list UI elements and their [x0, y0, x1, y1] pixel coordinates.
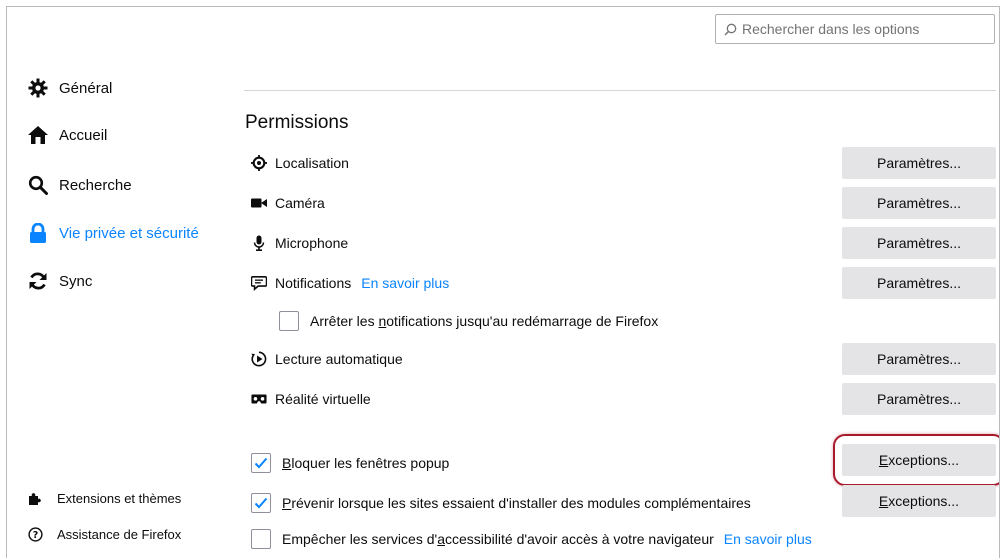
permission-microphone: Microphone — [251, 235, 348, 251]
button-label: Paramètres... — [876, 275, 962, 291]
camera-icon — [251, 195, 267, 211]
checkmark-icon — [254, 497, 268, 509]
label-part: Empêcher les services d' — [282, 531, 438, 547]
sidebar-item-label: Sync — [59, 272, 93, 290]
block-accessibility-option[interactable]: Empêcher les services d'accessibilité d'… — [251, 529, 812, 549]
svg-text:?: ? — [32, 530, 38, 541]
warn-addons-checkbox[interactable] — [251, 493, 271, 513]
block-accessibility-label: Empêcher les services d'accessibilité d'… — [282, 531, 714, 547]
label-part: Arrêter les — [310, 313, 379, 329]
sidebar-extensions-label: Extensions et thèmes — [57, 490, 182, 506]
search-icon — [27, 174, 49, 196]
sidebar-item-label: Général — [59, 79, 113, 97]
vr-icon — [251, 391, 267, 407]
permission-label: Microphone — [275, 235, 349, 251]
notifications-settings-button[interactable]: Paramètres... — [842, 267, 996, 299]
sidebar-support-label: Assistance de Firefox — [57, 526, 182, 542]
home-icon — [27, 124, 49, 146]
warn-addons-option[interactable]: Prévenir lorsque les sites essaient d'in… — [251, 493, 751, 513]
sidebar-item-label: Accueil — [59, 126, 108, 144]
button-label: Paramètres... — [876, 235, 962, 251]
pause-notifications-checkbox[interactable] — [279, 311, 299, 331]
access-key: a — [437, 531, 445, 547]
lock-icon — [27, 222, 49, 244]
sync-icon — [27, 270, 49, 292]
preferences-window: Rechercher dans les options Général Accu… — [6, 6, 1000, 558]
camera-settings-button[interactable]: Paramètres... — [842, 187, 996, 219]
access-key: E — [878, 452, 889, 468]
permission-label: Réalité virtuelle — [275, 391, 371, 407]
permissions-title: Permissions — [245, 112, 349, 133]
gear-icon — [27, 77, 49, 99]
label-part: xceptions... — [888, 452, 960, 468]
permission-label: Caméra — [275, 195, 325, 211]
search-input[interactable]: Rechercher dans les options — [715, 14, 995, 44]
sidebar-extensions-link[interactable]: Extensions et thèmes — [27, 490, 181, 506]
permission-location: Localisation — [251, 155, 349, 171]
label-part: xceptions... — [888, 493, 960, 509]
location-icon — [251, 155, 267, 171]
permission-virtual-reality: Réalité virtuelle — [251, 391, 371, 407]
search-icon — [724, 23, 737, 35]
label-part: otifications jusqu'au redémarrage de Fir… — [386, 313, 659, 329]
permission-autoplay: Lecture automatique — [251, 351, 403, 367]
vr-settings-button[interactable]: Paramètres... — [842, 383, 996, 415]
section-divider — [244, 90, 996, 91]
access-key: P — [282, 495, 292, 511]
puzzle-icon — [27, 490, 43, 506]
sidebar-item-label: Vie privée et sécurité — [59, 224, 199, 242]
location-settings-button[interactable]: Paramètres... — [842, 147, 996, 179]
sidebar-item-label: Recherche — [59, 176, 132, 194]
button-label: Exceptions... — [879, 493, 959, 509]
notification-icon — [251, 275, 267, 291]
addons-exceptions-button[interactable]: Exceptions... — [842, 485, 996, 517]
sidebar-item-search[interactable]: Recherche — [27, 174, 132, 196]
button-label: Paramètres... — [876, 195, 962, 211]
block-popups-label: Bloquer les fenêtres popup — [282, 455, 449, 471]
block-accessibility-checkbox[interactable] — [251, 529, 271, 549]
notifications-learn-more-link[interactable]: En savoir plus — [361, 275, 449, 291]
microphone-icon — [251, 235, 267, 251]
access-key: E — [878, 493, 889, 509]
warn-addons-label: Prévenir lorsque les sites essaient d'in… — [282, 495, 751, 511]
autoplay-icon — [251, 351, 267, 367]
button-label: Paramètres... — [876, 391, 962, 407]
autoplay-settings-button[interactable]: Paramètres... — [842, 343, 996, 375]
label-part: révenir lorsque les sites essaient d'ins… — [291, 495, 751, 511]
access-key: B — [282, 455, 292, 471]
sidebar-item-general[interactable]: Général — [27, 77, 112, 99]
label-part: loquer les fenêtres popup — [291, 455, 450, 471]
permission-notifications: Notifications En savoir plus — [251, 275, 449, 291]
accessibility-learn-more-link[interactable]: En savoir plus — [724, 531, 812, 547]
button-label: Exceptions... — [879, 452, 959, 468]
permission-label: Lecture automatique — [275, 351, 403, 367]
pause-notifications-option[interactable]: Arrêter les notifications jusqu'au redém… — [279, 311, 658, 331]
sidebar-item-home[interactable]: Accueil — [27, 124, 107, 146]
sidebar-item-sync[interactable]: Sync — [27, 270, 92, 292]
block-popups-checkbox[interactable] — [251, 453, 271, 473]
pause-notifications-label: Arrêter les notifications jusqu'au redém… — [310, 313, 658, 329]
permission-camera: Caméra — [251, 195, 325, 211]
help-icon: ? — [27, 526, 43, 542]
popup-exceptions-button[interactable]: Exceptions... — [842, 444, 996, 476]
label-part: ccessibilité d'avoir accès à votre navig… — [444, 531, 714, 547]
checkmark-icon — [254, 457, 268, 469]
button-label: Paramètres... — [876, 351, 962, 367]
permission-label: Localisation — [275, 155, 349, 171]
sidebar-support-link[interactable]: ? Assistance de Firefox — [27, 526, 181, 542]
permission-label: Notifications — [275, 275, 352, 291]
button-label: Paramètres... — [876, 155, 962, 171]
block-popups-option[interactable]: Bloquer les fenêtres popup — [251, 453, 449, 473]
microphone-settings-button[interactable]: Paramètres... — [842, 227, 996, 259]
search-placeholder: Rechercher dans les options — [742, 21, 920, 37]
sidebar-item-privacy[interactable]: Vie privée et sécurité — [27, 222, 199, 244]
